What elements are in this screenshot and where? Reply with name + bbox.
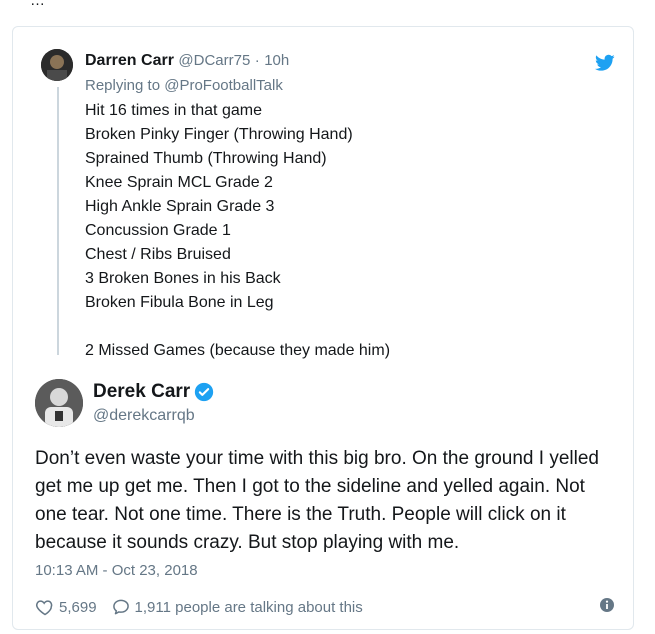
main-author-handle[interactable]: @derekcarrqb	[93, 407, 195, 425]
like-count[interactable]: 5,699	[59, 599, 97, 616]
parent-line: Broken Pinky Finger (Throwing Hand)	[85, 126, 353, 143]
thread-connector-line	[57, 87, 59, 355]
parent-avatar-image	[41, 49, 73, 81]
replying-to-line: Replying to @ProFootballTalk	[85, 77, 283, 94]
twitter-bird-icon[interactable]	[595, 54, 615, 72]
main-tweet-text: Don’t even waste your time with this big…	[35, 448, 599, 553]
main-avatar-image	[35, 379, 83, 427]
embedded-tweet-card: Darren Carr @DCarr75 · 10h Replying to @…	[12, 26, 634, 630]
parent-line: 3 Broken Bones in his Back	[85, 270, 281, 287]
parent-timestamp[interactable]: 10h	[264, 52, 289, 69]
main-timestamp[interactable]: 10:13 AM - Oct 23, 2018	[35, 562, 198, 579]
parent-line: Hit 16 times in that game	[85, 102, 262, 119]
parent-author-name[interactable]: Darren Carr	[85, 52, 174, 69]
main-author-name-row: Derek Carr	[93, 381, 214, 403]
separator-dot: ·	[254, 52, 260, 69]
main-avatar[interactable]	[35, 379, 83, 427]
previous-text-fragment: …	[30, 0, 550, 8]
heart-icon[interactable]	[35, 597, 55, 617]
parent-line: Chest / Ribs Bruised	[85, 246, 231, 263]
parent-avatar[interactable]	[41, 49, 73, 81]
parent-line: Knee Sprain MCL Grade 2	[85, 174, 273, 191]
replying-to-link[interactable]: @ProFootballTalk	[164, 77, 283, 94]
info-icon[interactable]	[599, 597, 615, 613]
parent-line: Sprained Thumb (Throwing Hand)	[85, 150, 327, 167]
verified-badge-icon	[195, 382, 214, 402]
parent-author-handle[interactable]: @DCarr75	[178, 52, 250, 69]
parent-line: Broken Fibula Bone in Leg	[85, 294, 274, 311]
parent-tweet-text: Hit 16 times in that game Broken Pinky F…	[85, 99, 390, 363]
parent-line: High Ankle Sprain Grade 3	[85, 198, 275, 215]
parent-final-line: 2 Missed Games (because they made him)	[85, 342, 391, 359]
main-author-name[interactable]: Derek Carr	[93, 381, 190, 403]
talking-about-text[interactable]: 1,911 people are talking about this	[135, 599, 363, 616]
parent-line: Concussion Grade 1	[85, 222, 231, 239]
parent-header: Darren Carr @DCarr75 · 10h	[85, 51, 289, 71]
tweet-actions: 5,699 1,911 people are talking about thi…	[35, 595, 625, 619]
comment-bubble-icon[interactable]	[111, 597, 131, 617]
replying-to-label: Replying to	[85, 77, 161, 94]
